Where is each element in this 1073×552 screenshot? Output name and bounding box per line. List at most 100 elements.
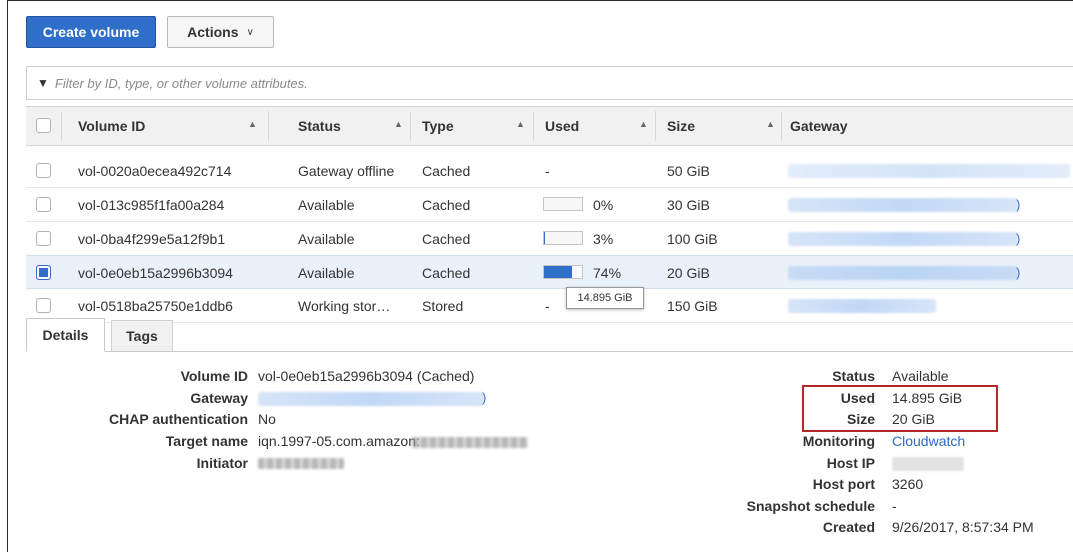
gateway-redacted — [788, 198, 1018, 212]
type-cell: Cached — [422, 196, 471, 213]
type-cell: Cached — [422, 264, 471, 281]
tab-details-label: Details — [42, 327, 89, 343]
detail-gateway-paren: ) — [482, 390, 487, 405]
highlight-box — [802, 385, 998, 432]
used-cell: - — [545, 162, 550, 179]
row-checkbox[interactable] — [36, 197, 51, 212]
detail-created-label: Created — [822, 519, 875, 535]
gateway-redacted — [788, 299, 936, 313]
column-header-type[interactable]: Type — [422, 107, 454, 145]
row-checkbox[interactable] — [36, 298, 51, 313]
status-cell: Available — [298, 230, 355, 247]
column-divider — [61, 111, 62, 141]
volume-table-header: Volume ID ▲ Status ▲ Type ▲ Used ▲ Size … — [26, 106, 1073, 146]
usage-bar — [543, 265, 583, 279]
sort-icon[interactable]: ▲ — [516, 119, 525, 129]
gateway-paren: ) — [1016, 265, 1021, 280]
column-header-status[interactable]: Status — [298, 107, 341, 145]
usage-bar-fill — [544, 232, 546, 244]
column-header-size-label: Size — [667, 118, 696, 134]
size-cell: 100 GiB — [667, 230, 718, 247]
column-header-status-label: Status — [298, 118, 341, 134]
filter-icon: ▼ — [37, 76, 49, 90]
gateway-redacted — [788, 164, 1070, 178]
usage-bar — [543, 231, 583, 245]
create-volume-button[interactable]: Create volume — [26, 16, 156, 48]
detail-host-port-label: Host port — [812, 476, 875, 492]
detail-gateway-redacted — [258, 392, 484, 406]
column-divider — [410, 111, 411, 141]
detail-created-value: 9/26/2017, 8:57:34 PM — [892, 519, 1034, 535]
column-header-size[interactable]: Size — [667, 107, 695, 145]
type-cell: Cached — [422, 162, 471, 179]
usage-bar-fill — [544, 266, 573, 278]
detail-snapshot-value: - — [892, 498, 897, 514]
detail-volume-id-value: vol-0e0eb15a2996b3094 (Cached) — [258, 368, 475, 384]
detail-host-port-value: 3260 — [892, 476, 924, 492]
detail-target-redacted — [412, 437, 528, 448]
column-header-type-label: Type — [422, 118, 454, 134]
sort-icon[interactable]: ▲ — [248, 119, 257, 129]
type-cell: Cached — [422, 230, 471, 247]
sort-icon[interactable]: ▲ — [766, 119, 775, 129]
row-checkbox[interactable] — [36, 163, 51, 178]
row-checkbox-checked[interactable] — [36, 265, 51, 280]
table-row[interactable]: vol-013c985f1fa00a284 Available Cached 0… — [26, 188, 1073, 222]
detail-tabs: Details Tags — [26, 318, 1073, 352]
status-cell: Available — [298, 196, 355, 213]
filter-input[interactable]: ▼ Filter by ID, type, or other volume at… — [26, 66, 1073, 100]
filter-placeholder: Filter by ID, type, or other volume attr… — [54, 75, 308, 91]
detail-gateway-label: Gateway — [190, 390, 248, 406]
volume-id-cell: vol-0ba4f299e5a12f9b1 — [78, 230, 226, 247]
actions-dropdown-button[interactable]: Actions ∨ — [167, 16, 274, 48]
detail-volume-id-label: Volume ID — [180, 368, 248, 384]
detail-initiator-redacted — [258, 458, 344, 469]
used-percent-cell: 3% — [593, 230, 614, 247]
used-tooltip: 14.895 GiB — [566, 287, 644, 309]
detail-monitoring-label: Monitoring — [802, 433, 875, 449]
column-header-volume-id[interactable]: Volume ID — [78, 107, 145, 145]
detail-chap-value: No — [258, 411, 276, 427]
table-row-selected[interactable]: vol-0e0eb15a2996b3094 Available Cached 7… — [26, 255, 1073, 289]
usage-bar — [543, 197, 583, 211]
column-divider — [268, 111, 269, 141]
table-row[interactable]: vol-0020a0ecea492c714 Gateway offline Ca… — [26, 154, 1073, 188]
row-checkbox[interactable] — [36, 231, 51, 246]
column-header-gateway-label: Gateway — [790, 118, 848, 134]
used-percent-cell: 0% — [593, 196, 614, 213]
status-cell: Gateway offline — [298, 162, 395, 179]
size-cell: 50 GiB — [667, 162, 710, 179]
gateway-redacted — [788, 232, 1018, 246]
column-header-volume-id-label: Volume ID — [78, 118, 146, 134]
column-header-gateway[interactable]: Gateway — [790, 107, 848, 145]
gateway-redacted — [788, 266, 1018, 280]
sort-icon[interactable]: ▲ — [639, 119, 648, 129]
volume-id-cell: vol-0020a0ecea492c714 — [78, 162, 232, 179]
volume-id-cell: vol-013c985f1fa00a284 — [78, 196, 225, 213]
detail-status-label: Status — [832, 368, 875, 384]
cloudwatch-link[interactable]: Cloudwatch — [892, 433, 965, 449]
tab-tags[interactable]: Tags — [111, 320, 173, 351]
chevron-down-icon: ∨ — [246, 26, 254, 38]
column-divider — [655, 111, 656, 141]
status-cell: Available — [298, 264, 355, 281]
size-cell: 30 GiB — [667, 196, 710, 213]
detail-target-label: Target name — [165, 433, 248, 449]
gateway-paren: ) — [1016, 231, 1021, 246]
sort-icon[interactable]: ▲ — [394, 119, 403, 129]
actions-label: Actions — [187, 24, 239, 40]
column-header-used[interactable]: Used — [545, 107, 579, 145]
gateway-paren: ) — [1016, 197, 1021, 212]
volume-id-cell: vol-0e0eb15a2996b3094 — [78, 264, 233, 281]
detail-chap-label: CHAP authentication — [109, 411, 248, 427]
detail-initiator-label: Initiator — [196, 455, 248, 471]
detail-target-value: iqn.1997-05.com.amazon: — [258, 433, 420, 449]
detail-host-ip-label: Host IP — [826, 455, 875, 471]
tab-details[interactable]: Details — [26, 318, 105, 352]
tab-tags-label: Tags — [126, 328, 158, 344]
table-row[interactable]: vol-0ba4f299e5a12f9b1 Available Cached 3… — [26, 222, 1073, 256]
column-divider — [781, 111, 782, 141]
detail-host-ip-redacted — [892, 457, 964, 471]
select-all-checkbox[interactable] — [36, 118, 51, 133]
column-divider — [533, 111, 534, 141]
